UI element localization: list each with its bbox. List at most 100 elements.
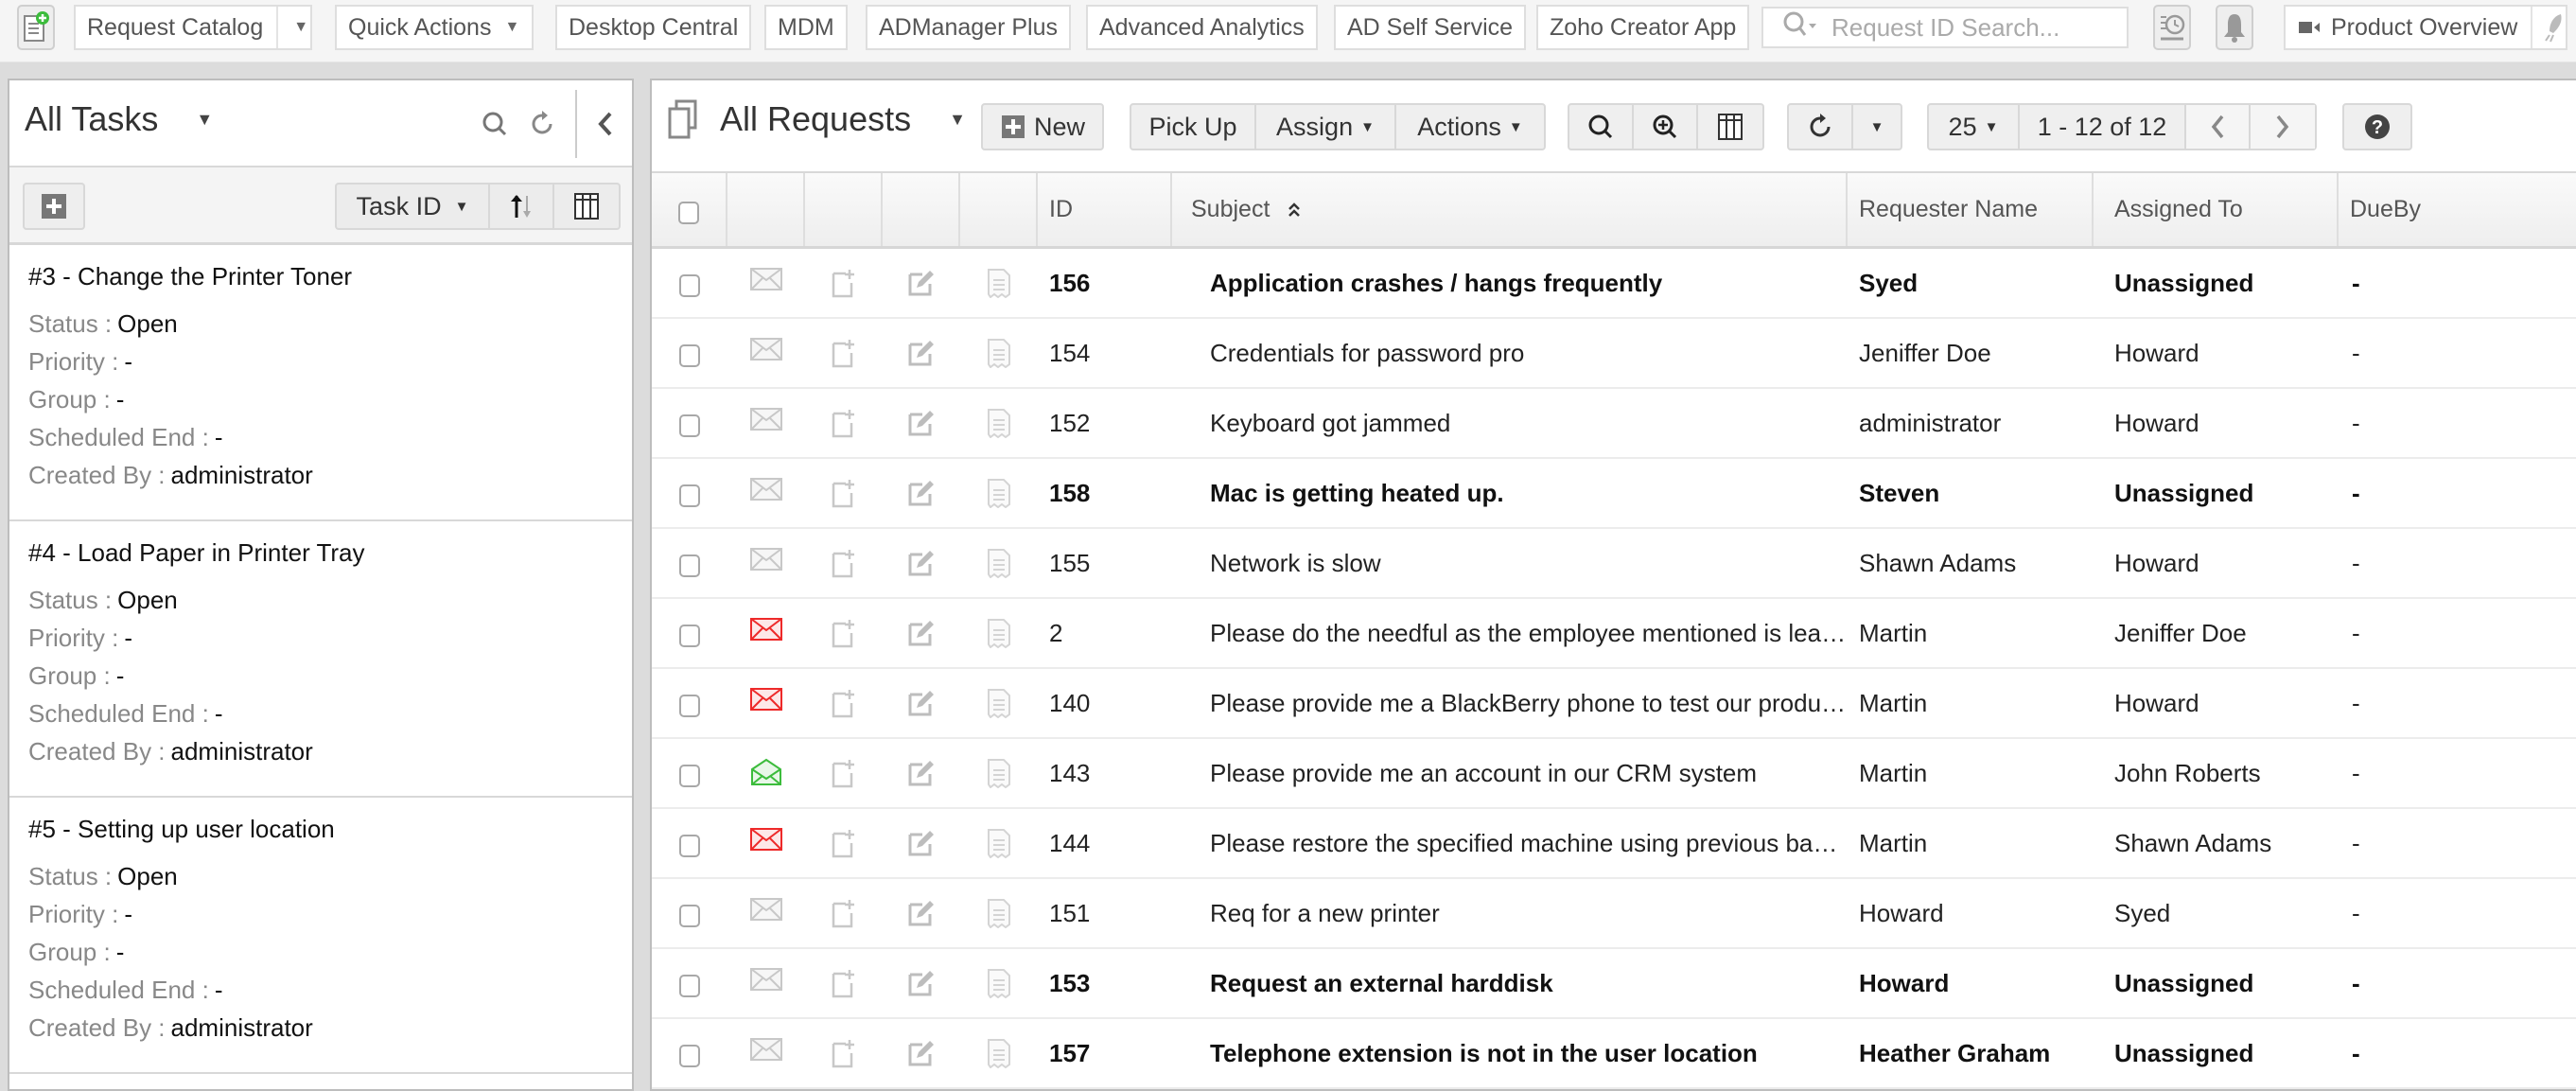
- edit-icon[interactable]: [883, 529, 960, 597]
- table-row[interactable]: 2 Please do the needful as the employee m…: [652, 599, 2576, 669]
- add-note-icon[interactable]: [805, 249, 883, 317]
- table-row[interactable]: 155 Network is slow Shawn Adams Howard -: [652, 529, 2576, 599]
- request-subject[interactable]: Please restore the specified machine usi…: [1172, 809, 1848, 877]
- table-row[interactable]: 143 Please provide me an account in our C…: [652, 739, 2576, 809]
- previous-page-button[interactable]: [2186, 105, 2251, 149]
- ad-self-service-link[interactable]: AD Self Service: [1334, 5, 1527, 50]
- row-checkbox[interactable]: [679, 625, 700, 647]
- add-note-icon[interactable]: [805, 879, 883, 947]
- request-id[interactable]: 155: [1038, 529, 1172, 597]
- notes-icon[interactable]: [960, 319, 1038, 387]
- mail-icon[interactable]: [727, 529, 805, 597]
- notes-icon[interactable]: [960, 1019, 1038, 1087]
- request-subject[interactable]: Please provide me a BlackBerry phone to …: [1172, 669, 1848, 737]
- edit-icon[interactable]: [883, 809, 960, 877]
- mail-icon[interactable]: [727, 319, 805, 387]
- row-checkbox[interactable]: [679, 274, 700, 297]
- assign-button[interactable]: Assign ▼: [1256, 105, 1396, 149]
- search-button[interactable]: [1569, 105, 1634, 149]
- mail-unread-icon[interactable]: [727, 669, 805, 737]
- table-row[interactable]: 154 Credentials for password pro Jeniffer …: [652, 319, 2576, 389]
- request-subject[interactable]: Please do the needful as the employee me…: [1172, 599, 1848, 667]
- column-header-assigned[interactable]: Assigned To: [2094, 173, 2339, 246]
- request-catalog-dropdown[interactable]: ▼: [276, 7, 308, 48]
- add-note-icon[interactable]: [805, 389, 883, 457]
- table-row[interactable]: 151 Req for a new printer Howard Syed -: [652, 879, 2576, 949]
- add-note-icon[interactable]: [805, 529, 883, 597]
- edit-icon[interactable]: [883, 249, 960, 317]
- row-checkbox[interactable]: [679, 484, 700, 507]
- row-checkbox[interactable]: [679, 1045, 700, 1067]
- column-header-dueby[interactable]: DueBy: [2339, 173, 2576, 246]
- request-subject[interactable]: Telephone extension is not in the user l…: [1172, 1019, 1848, 1087]
- requests-view-selector[interactable]: All Requests ▼: [667, 99, 966, 139]
- row-checkbox[interactable]: [679, 975, 700, 997]
- mdm-link[interactable]: MDM: [764, 5, 848, 50]
- advanced-search-button[interactable]: [1634, 105, 1698, 149]
- row-checkbox[interactable]: [679, 554, 700, 577]
- request-id[interactable]: 144: [1038, 809, 1172, 877]
- mail-open-icon[interactable]: [727, 739, 805, 807]
- row-checkbox[interactable]: [679, 835, 700, 857]
- task-title[interactable]: #5 - Setting up user location: [28, 815, 632, 844]
- mail-icon[interactable]: [727, 949, 805, 1017]
- quick-actions-button[interactable]: Quick Actions ▼: [335, 5, 534, 50]
- zoho-creator-app-link[interactable]: Zoho Creator App: [1536, 5, 1750, 50]
- request-subject[interactable]: Network is slow: [1172, 529, 1848, 597]
- request-id[interactable]: 156: [1038, 249, 1172, 317]
- add-note-icon[interactable]: [805, 949, 883, 1017]
- request-subject[interactable]: Mac is getting heated up.: [1172, 459, 1848, 527]
- column-chooser-button[interactable]: [1698, 105, 1762, 149]
- task-title[interactable]: #3 - Change the Printer Toner: [28, 262, 632, 291]
- new-request-icon[interactable]: [17, 5, 55, 50]
- table-row[interactable]: 158 Mac is getting heated up. Steven Unassi…: [652, 459, 2576, 529]
- request-subject[interactable]: Request an external harddisk: [1172, 949, 1848, 1017]
- edit-icon[interactable]: [883, 949, 960, 1017]
- request-id[interactable]: 152: [1038, 389, 1172, 457]
- request-subject[interactable]: Req for a new printer: [1172, 879, 1848, 947]
- add-note-icon[interactable]: [805, 319, 883, 387]
- refresh-icon[interactable]: [518, 110, 566, 138]
- rocket-icon[interactable]: [2531, 7, 2565, 48]
- notes-icon[interactable]: [960, 949, 1038, 1017]
- row-checkbox[interactable]: [679, 344, 700, 367]
- request-subject[interactable]: Keyboard got jammed: [1172, 389, 1848, 457]
- request-subject[interactable]: Please provide me an account in our CRM …: [1172, 739, 1848, 807]
- request-id[interactable]: 140: [1038, 669, 1172, 737]
- pick-up-button[interactable]: Pick Up: [1131, 105, 1256, 149]
- new-request-button[interactable]: New: [981, 103, 1104, 150]
- request-id[interactable]: 154: [1038, 319, 1172, 387]
- edit-icon[interactable]: [883, 319, 960, 387]
- admanager-plus-link[interactable]: ADManager Plus: [866, 5, 1071, 50]
- notes-icon[interactable]: [960, 879, 1038, 947]
- request-id[interactable]: 151: [1038, 879, 1172, 947]
- edit-icon[interactable]: [883, 1019, 960, 1087]
- search-icon[interactable]: [1782, 10, 1820, 45]
- notes-icon[interactable]: [960, 599, 1038, 667]
- edit-icon[interactable]: [883, 599, 960, 667]
- table-row[interactable]: 156 Application crashes / hangs frequentl…: [652, 249, 2576, 319]
- row-checkbox[interactable]: [679, 695, 700, 717]
- mail-icon[interactable]: [727, 249, 805, 317]
- request-id[interactable]: 158: [1038, 459, 1172, 527]
- desktop-central-link[interactable]: Desktop Central: [555, 5, 752, 50]
- notes-icon[interactable]: [960, 529, 1038, 597]
- edit-icon[interactable]: [883, 389, 960, 457]
- column-header-requester[interactable]: Requester Name: [1848, 173, 2094, 246]
- request-catalog-button[interactable]: Request Catalog ▼: [74, 5, 312, 50]
- mail-icon[interactable]: [727, 879, 805, 947]
- add-note-icon[interactable]: [805, 1019, 883, 1087]
- row-checkbox[interactable]: [679, 905, 700, 927]
- tasks-view-selector[interactable]: All Tasks ▼: [25, 99, 213, 139]
- add-note-icon[interactable]: [805, 599, 883, 667]
- notes-icon[interactable]: [960, 249, 1038, 317]
- sort-order-button[interactable]: [490, 185, 554, 228]
- table-row[interactable]: 140 Please provide me a BlackBerry phone …: [652, 669, 2576, 739]
- search-icon[interactable]: [471, 110, 518, 138]
- sort-field-dropdown[interactable]: Task ID ▼: [337, 185, 490, 228]
- mail-unread-icon[interactable]: [727, 599, 805, 667]
- edit-icon[interactable]: [883, 669, 960, 737]
- table-row[interactable]: 153 Request an external harddisk Howard Una…: [652, 949, 2576, 1019]
- mail-unread-icon[interactable]: [727, 809, 805, 877]
- page-size-dropdown[interactable]: 25 ▼: [1929, 105, 2020, 149]
